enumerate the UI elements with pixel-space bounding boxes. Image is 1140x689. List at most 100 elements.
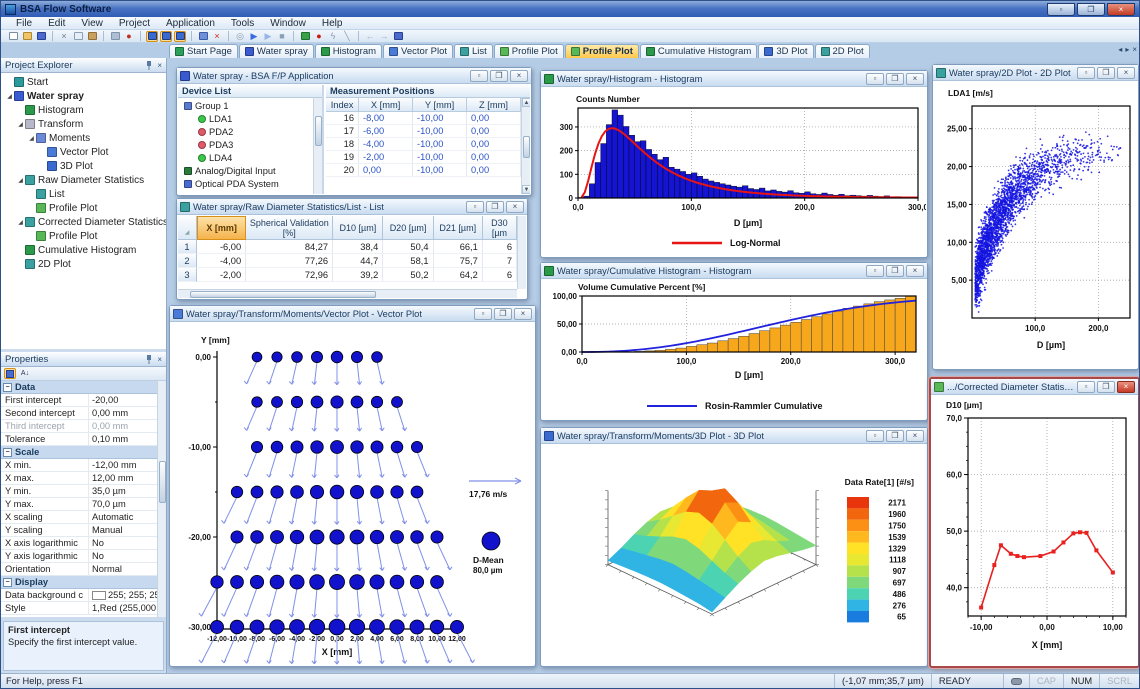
property-value[interactable]: 0,00 mm [89, 408, 166, 418]
property-value[interactable]: -20,00 [89, 395, 166, 405]
column-header[interactable]: Z [mm] [467, 98, 521, 112]
menu-file[interactable]: File [9, 18, 39, 29]
menu-application[interactable]: Application [159, 18, 222, 29]
menu-help[interactable]: Help [315, 18, 350, 29]
maximize-button[interactable]: ❐ [1097, 381, 1115, 393]
tab-water-spray[interactable]: Water spray [239, 44, 314, 58]
window-layout-vertical-icon[interactable] [160, 31, 172, 42]
tab-profile-plot[interactable]: Profile Plot [494, 44, 564, 58]
list-vscrollbar[interactable] [517, 216, 526, 289]
tab-scroll-left-icon[interactable]: ◂ [1118, 45, 1122, 54]
table-row[interactable]: 19-2,00-10,000,00 [326, 151, 521, 164]
project-explorer-header[interactable]: Project Explorer × [1, 58, 166, 73]
color-swatch[interactable] [92, 591, 106, 600]
scrollbar-thumb[interactable] [315, 116, 322, 146]
step-icon[interactable]: ▶ [262, 31, 274, 42]
maximize-button[interactable]: ❐ [886, 430, 904, 442]
window-cascade-icon[interactable] [174, 31, 186, 42]
property-value[interactable]: Normal [89, 564, 166, 574]
stop-icon[interactable]: ■ [276, 31, 288, 42]
cut-icon[interactable]: × [58, 31, 70, 42]
minimize-button[interactable]: ▫ [1047, 3, 1075, 16]
title-bar[interactable]: BSA Flow Software ▫ ❐ × [1, 1, 1139, 17]
pin-icon[interactable] [145, 61, 153, 70]
scrollbar-thumb[interactable] [159, 461, 166, 503]
close-button[interactable]: × [1107, 3, 1135, 16]
column-header[interactable]: Spherical Validation [%] [246, 216, 333, 240]
maximize-button[interactable]: ❐ [886, 265, 904, 277]
tree-expander-icon[interactable]: ◢ [16, 121, 25, 128]
table-row[interactable]: 16-8,00-10,000,00 [326, 112, 521, 125]
tree-item-start[interactable]: Start [1, 75, 166, 89]
selection-icon[interactable]: ◎ [234, 31, 246, 42]
maximize-button[interactable]: ❐ [1097, 67, 1115, 79]
list-hscrollbar[interactable] [178, 289, 517, 298]
panel-close-icon[interactable]: × [157, 61, 162, 70]
window-titlebar[interactable]: Water spray/Transform/Moments/Vector Plo… [170, 306, 535, 322]
scroll-up-icon[interactable]: ▲ [522, 98, 530, 107]
column-header[interactable]: D30 [µm [483, 216, 517, 240]
window-titlebar[interactable]: Water spray/Histogram - Histogram ▫ ❐ × [541, 71, 927, 87]
minimize-button[interactable]: ▫ [1077, 67, 1095, 79]
menu-view[interactable]: View [74, 18, 110, 29]
maximize-button[interactable]: ❐ [490, 70, 508, 82]
traffic-light-icon[interactable] [299, 31, 311, 42]
back-icon[interactable]: ← [364, 31, 376, 42]
categorized-view-icon[interactable] [4, 368, 16, 379]
tree-expander-icon[interactable]: ◢ [27, 135, 36, 142]
probe-icon[interactable]: ╲ [341, 31, 353, 42]
close-button[interactable]: × [514, 308, 532, 320]
tab-list[interactable]: List [454, 44, 493, 58]
tree-item-raw-diameter-statistics[interactable]: ◢Raw Diameter Statistics [1, 173, 166, 187]
minimize-button[interactable]: ▫ [470, 70, 488, 82]
table-row[interactable]: 2-4,0077,2644,758,175,77 [178, 254, 517, 268]
copy-icon[interactable] [72, 31, 84, 42]
property-value[interactable]: 12,00 mm [89, 473, 166, 483]
column-header[interactable]: D21 [µm] [434, 216, 483, 240]
tree-item-vector-plot[interactable]: Vector Plot [1, 145, 166, 159]
column-header[interactable]: Index [326, 98, 359, 112]
tree-item-corrected-diameter-statistics[interactable]: ◢Corrected Diameter Statistics [1, 215, 166, 229]
window-titlebar[interactable]: Water spray - BSA F/P Application ▫ ❐ × [177, 68, 531, 84]
delete-icon[interactable]: × [211, 31, 223, 42]
window-titlebar[interactable]: Water spray/Raw Diameter Statistics/List… [177, 199, 527, 215]
property-value[interactable]: No [89, 551, 166, 561]
record-icon[interactable]: ● [313, 31, 325, 42]
close-button[interactable]: × [1117, 381, 1135, 393]
property-category-display[interactable]: −Display [1, 576, 166, 589]
menu-project[interactable]: Project [112, 18, 157, 29]
minimize-button[interactable]: ▫ [474, 308, 492, 320]
maximize-button[interactable]: ❐ [494, 308, 512, 320]
device-item-group-1[interactable]: Group 1 [178, 99, 313, 112]
window-titlebar[interactable]: Water spray/2D Plot - 2D Plot ▫ ❐ × [933, 65, 1138, 81]
window-titlebar[interactable]: .../Corrected Diameter Statistic... ▫ ❐ … [931, 379, 1138, 395]
table-row[interactable]: 200,00-10,000,00 [326, 164, 521, 177]
tree-item-2d-plot[interactable]: 2D Plot [1, 257, 166, 271]
device-item-pda3[interactable]: PDA3 [178, 138, 313, 151]
minimize-button[interactable]: ▫ [866, 265, 884, 277]
close-button[interactable]: × [906, 430, 924, 442]
scrollbar-thumb[interactable] [523, 136, 530, 158]
close-button[interactable]: × [906, 73, 924, 85]
collapse-icon[interactable]: − [3, 448, 12, 457]
tab-start-page[interactable]: Start Page [169, 44, 238, 58]
tab-scroll-right-icon[interactable]: ▸ [1125, 45, 1129, 54]
close-button[interactable]: × [1117, 67, 1135, 79]
tree-item-transform[interactable]: ◢Transform [1, 117, 166, 131]
tree-expander-icon[interactable]: ◢ [5, 93, 14, 100]
tab-profile-plot[interactable]: Profile Plot [565, 44, 639, 58]
tab-2d-plot[interactable]: 2D Plot [815, 44, 870, 58]
column-header[interactable]: D10 [µm] [333, 216, 383, 240]
property-value[interactable]: No [89, 538, 166, 548]
panel-close-icon[interactable]: × [157, 355, 162, 364]
help-icon[interactable] [392, 31, 404, 42]
open-icon[interactable] [21, 31, 33, 42]
collapse-icon[interactable]: − [3, 578, 12, 587]
tab-3d-plot[interactable]: 3D Plot [758, 44, 813, 58]
menu-edit[interactable]: Edit [41, 18, 72, 29]
tree-item-profile-plot[interactable]: Profile Plot [1, 229, 166, 243]
print-preview-icon[interactable]: ● [123, 31, 135, 42]
device-item-lda4[interactable]: LDA4 [178, 151, 313, 164]
column-header[interactable]: X [mm] [359, 98, 413, 112]
minimize-button[interactable]: ▫ [1077, 381, 1095, 393]
